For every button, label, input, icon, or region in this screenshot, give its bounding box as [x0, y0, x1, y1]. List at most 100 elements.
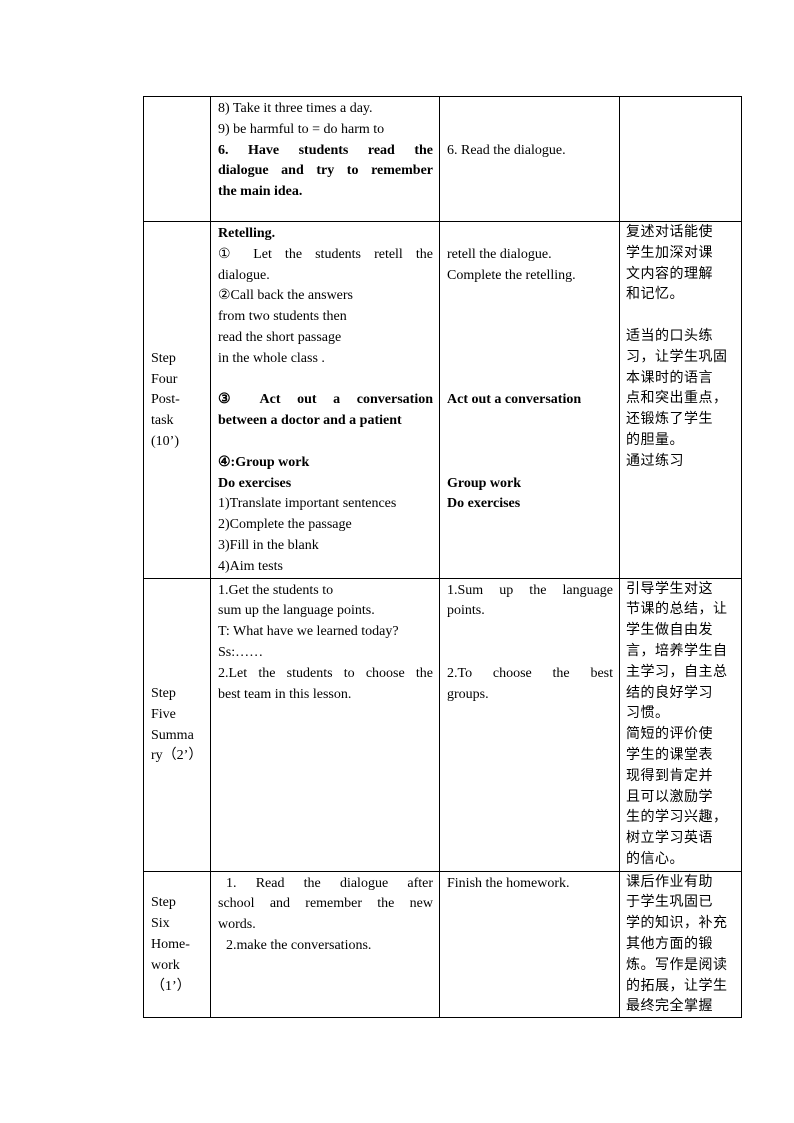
activity-line: dialogue. — [218, 267, 270, 283]
step-cell: Step Five Summa ry（2’） — [143, 577, 211, 872]
activity-line: Retelling. — [218, 226, 276, 241]
step-label-line: Five — [151, 706, 176, 722]
activity-line: 6. Have students read the — [218, 142, 433, 158]
activity-line: 3)Fill in the blank — [218, 537, 319, 553]
student-activity-line: 2.To choose the best — [447, 665, 613, 681]
step-label-line: task — [151, 413, 174, 429]
step-label-line: Home- — [151, 936, 190, 952]
purpose-line: 主学习，自主总 — [626, 663, 728, 680]
activity-line — [218, 432, 433, 453]
purpose-line: 且可以激励学 — [626, 788, 713, 805]
teacher-activity-cell: Retelling. ① Let the students retell the d… — [210, 221, 440, 579]
purpose-line: 简短的评价使 — [626, 726, 713, 743]
student-activity-cell: Finish the homework. — [439, 870, 620, 1019]
activity-line: T: What have we learned today? — [218, 624, 399, 640]
step-label-line: Four — [151, 371, 178, 387]
student-activity-line: Complete the retelling. — [447, 267, 576, 283]
purpose-line: 学生加深对课 — [626, 244, 713, 261]
student-activity-line — [447, 224, 613, 245]
student-activity-line: 6. Read the dialogue. — [447, 142, 566, 158]
purpose-line: 节课的总结，让 — [626, 601, 728, 618]
activity-line: Ss:…… — [218, 644, 264, 660]
purpose-line: 习，让学生巩固 — [626, 348, 728, 365]
activity-line: ① Let the students retell the — [218, 246, 433, 262]
student-activity-line — [447, 622, 613, 643]
activity-line: 8) Take it three times a day. — [218, 101, 373, 116]
activity-line: 1.Get the students to — [218, 582, 334, 598]
student-activity-line: points. — [447, 603, 485, 619]
activity-line: in the whole class . — [218, 350, 325, 366]
activity-line: the main idea. — [218, 184, 303, 200]
student-activity-line: retell the dialogue. — [447, 246, 552, 262]
student-activity-line: Group work — [447, 475, 522, 491]
student-activity-line: Do exercises — [447, 496, 521, 512]
purpose-line: 的胆量。 — [626, 431, 684, 448]
student-activity-line — [447, 370, 613, 391]
purpose-line: 最终完全掌握 — [626, 998, 713, 1015]
activity-line: dialogue and try to remember — [218, 163, 433, 179]
activity-line: 2.make the conversations. — [226, 937, 372, 953]
step-label-line: Step — [151, 895, 176, 911]
activity-line: sum up the language points. — [218, 603, 375, 619]
purpose-line: 学生的课堂表 — [626, 746, 713, 763]
purpose-line: 生的学习兴趣， — [626, 809, 728, 826]
purpose-line: 引导学生对这 — [626, 580, 713, 597]
purpose-line: 现得到肯定并 — [626, 767, 713, 784]
activity-line: Do exercises — [218, 475, 292, 491]
activity-line: 4)Aim tests — [218, 558, 283, 574]
student-activity-line — [447, 120, 613, 141]
design-purpose-cell — [619, 96, 742, 222]
student-activity-cell: 1.Sum up the language points. 2.To choose … — [439, 577, 620, 872]
step-label-line: Step — [151, 350, 176, 366]
purpose-line: 树立学习英语 — [626, 830, 713, 847]
student-activity-line — [447, 643, 613, 664]
purpose-line: 其他方面的锻 — [626, 935, 713, 952]
step-label-line: Six — [151, 916, 170, 932]
student-activity-line — [447, 286, 613, 307]
purpose-line: 炼。写作是阅读 — [626, 956, 728, 973]
purpose-line: 结的良好学习 — [626, 684, 713, 701]
row-step-six: Step Six Home-work （1’） 1. Read the dialogu… — [143, 870, 742, 1019]
activity-line: from two students then — [218, 309, 347, 325]
step-label-line: Summa — [151, 727, 194, 743]
purpose-line: 课后作业有助 — [626, 873, 713, 890]
student-activity-cell: retell the dialogue. Complete the retelli… — [439, 221, 620, 579]
step-label-line: Step — [151, 685, 176, 701]
activity-line: ②Call back the answers — [218, 288, 354, 304]
purpose-line: 学的知识，补充 — [626, 915, 728, 932]
design-purpose-cell: 课后作业有助 于学生巩固已 学的知识，补充 其他方面的锻 炼。写作是阅读 的拓展，让学生最… — [619, 870, 742, 1019]
purpose-line: 复述对话能使 — [626, 224, 713, 240]
purpose-line: 和记忆。 — [626, 286, 684, 303]
student-activity-line — [447, 349, 613, 370]
student-activity-line — [447, 328, 613, 349]
activity-line: 2.Let the students to choose the — [218, 665, 433, 681]
student-activity-line: Act out a conversation — [447, 392, 582, 408]
activity-line: 9) be harmful to = do harm to — [218, 121, 385, 137]
purpose-line: 于学生巩固已 — [626, 894, 713, 911]
row-step-three-cont: 8) Take it three times a day. 9) be harmf… — [143, 96, 742, 222]
student-activity-line: groups. — [447, 686, 489, 702]
step-cell — [143, 96, 211, 222]
student-activity-line — [447, 307, 613, 328]
student-activity-line — [447, 432, 613, 453]
design-purpose-cell: 复述对话能使 学生加深对课 文内容的理解 和记忆。 适当的口头练 习，让学生巩固 本课时的语… — [619, 221, 742, 579]
step-label-line: (10’) — [151, 433, 179, 449]
activity-line: read the short passage — [218, 329, 342, 345]
step-cell: Step Six Home-work （1’） — [143, 870, 211, 1019]
purpose-line: 言，培养学生自 — [626, 642, 728, 659]
step-label-line: work — [151, 957, 180, 973]
purpose-line: 适当的口头练 — [626, 327, 713, 344]
step-label-line: Post- — [151, 392, 180, 408]
student-activity-line: Finish the homework. — [447, 875, 570, 891]
purpose-line: 的信心。 — [626, 850, 684, 867]
purpose-line: 文内容的理解 — [626, 265, 713, 282]
activity-line: best team in this lesson. — [218, 686, 352, 702]
row-step-five: Step Five Summa ry（2’） 1.Get the students to… — [143, 577, 742, 872]
purpose-line: 点和突出重点， — [626, 390, 728, 407]
lesson-plan-table: 8) Take it three times a day. 9) be harmf… — [143, 96, 742, 1019]
design-purpose-cell: 引导学生对这 节课的总结，让 学生做自由发 言，培养学生自 主学习，自主总 结的良好学习习… — [619, 577, 742, 872]
step-cell: Step Four Post-task (10’) — [143, 221, 211, 579]
teacher-activity-cell: 1.Get the students to sum up the language… — [210, 577, 440, 872]
purpose-line: 通过练习 — [626, 452, 684, 469]
row-step-four: Step Four Post-task (10’) Retelling. ① Let th… — [143, 221, 742, 579]
